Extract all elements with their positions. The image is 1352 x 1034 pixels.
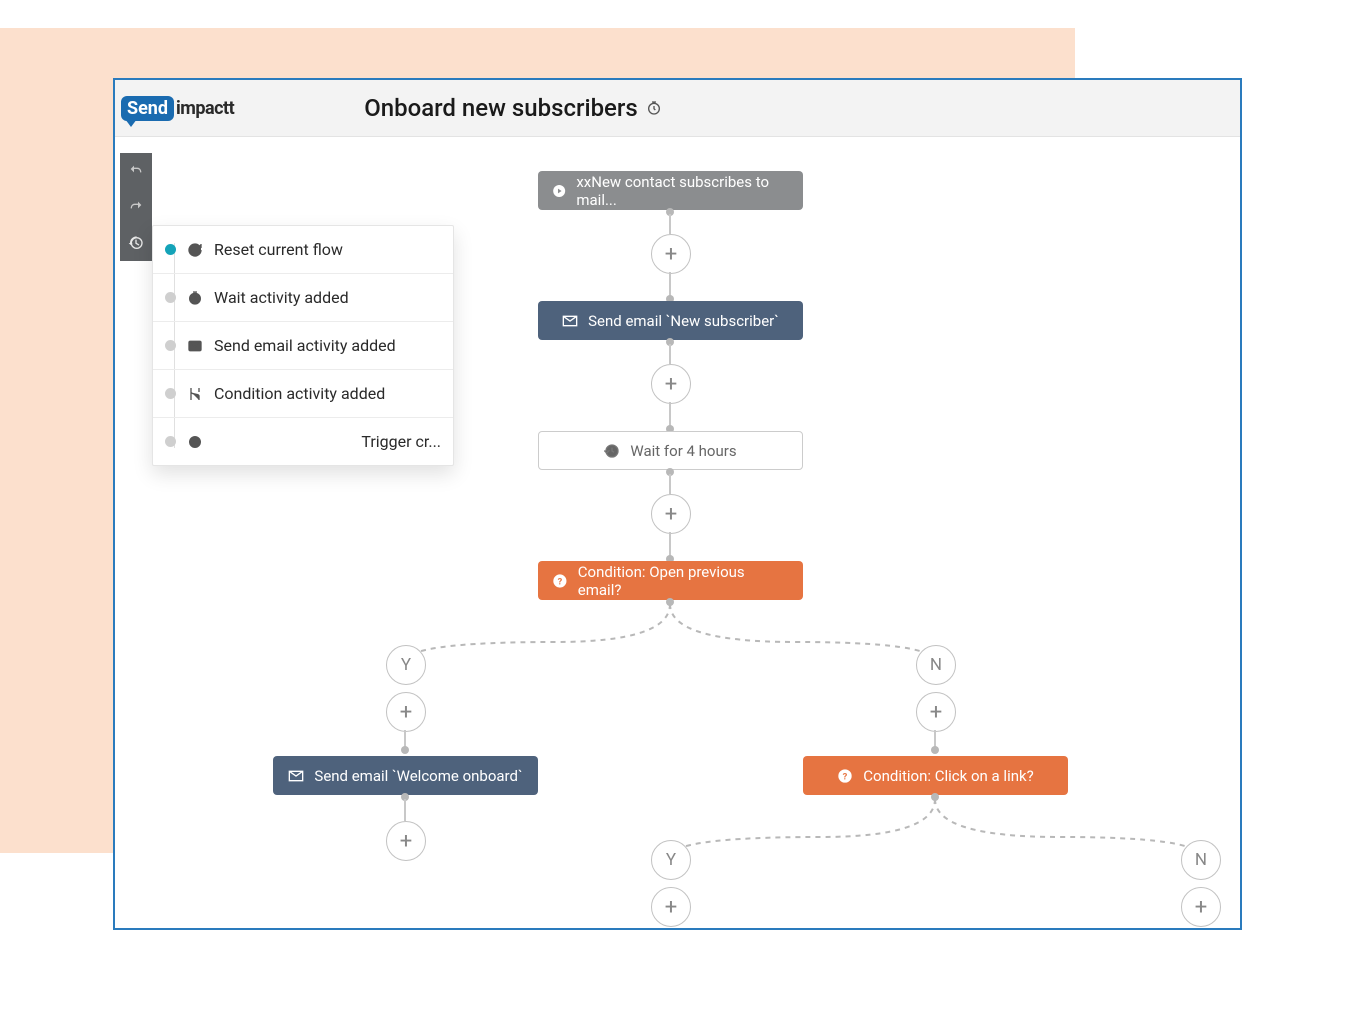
add-step-button[interactable]: + bbox=[651, 887, 691, 927]
connector-dot bbox=[931, 746, 939, 754]
trigger-node[interactable]: xxNew contact subscribes to mail... bbox=[538, 171, 803, 210]
app-header: Send impactt Onboard new subscribers bbox=[115, 80, 1240, 137]
svg-text:?: ? bbox=[558, 576, 563, 587]
branch-no-label: N bbox=[1195, 850, 1207, 870]
page-title: Onboard new subscribers bbox=[364, 94, 662, 122]
add-step-button[interactable]: + bbox=[386, 821, 426, 861]
branch-yes-label: Y bbox=[401, 655, 411, 675]
wait-node[interactable]: Wait for 4 hours bbox=[538, 431, 803, 470]
reset-icon bbox=[186, 241, 204, 259]
canvas-toolbar bbox=[120, 153, 152, 261]
target-icon bbox=[186, 433, 204, 451]
branch-no: N bbox=[916, 645, 956, 685]
branch-no-label: N bbox=[930, 655, 942, 675]
add-step-button[interactable]: + bbox=[651, 364, 691, 404]
flow-canvas[interactable]: Reset current flow Wait activity added S… bbox=[115, 137, 1240, 929]
branch-yes-label: Y bbox=[666, 850, 676, 870]
redo-button[interactable] bbox=[120, 189, 152, 225]
send-email-node[interactable]: Send email `New subscriber` bbox=[538, 301, 803, 340]
clock-icon bbox=[186, 289, 204, 307]
condition-node[interactable]: ? Condition: Click on a link? bbox=[803, 756, 1068, 795]
clock-icon bbox=[646, 100, 662, 116]
branch-yes: Y bbox=[386, 645, 426, 685]
add-step-button[interactable]: + bbox=[386, 692, 426, 732]
history-item-label: Condition activity added bbox=[214, 384, 385, 403]
history-button[interactable] bbox=[120, 225, 152, 261]
mail-icon bbox=[288, 768, 304, 784]
history-item-label: Trigger cr... bbox=[361, 432, 441, 451]
connector-line bbox=[669, 344, 671, 364]
add-step-button[interactable]: + bbox=[1181, 887, 1221, 927]
send-email-label: Send email `New subscriber` bbox=[588, 312, 779, 330]
history-item-label: Send email activity added bbox=[214, 336, 396, 355]
add-step-button[interactable]: + bbox=[651, 234, 691, 274]
connector-dot bbox=[666, 598, 674, 606]
logo-send: Send bbox=[121, 96, 174, 121]
history-dot bbox=[165, 388, 176, 399]
connector-line bbox=[669, 272, 671, 297]
history-item-reset[interactable]: Reset current flow bbox=[153, 226, 453, 274]
connector-dot bbox=[401, 746, 409, 754]
branch-icon bbox=[186, 385, 204, 403]
condition-node[interactable]: ? Condition: Open previous email? bbox=[538, 561, 803, 600]
question-icon: ? bbox=[837, 768, 853, 784]
history-dot bbox=[165, 340, 176, 351]
logo: Send impactt bbox=[121, 96, 234, 121]
play-icon bbox=[552, 183, 566, 199]
page-title-text: Onboard new subscribers bbox=[364, 94, 638, 122]
history-dot bbox=[165, 244, 176, 255]
branch-no: N bbox=[1181, 840, 1221, 880]
connector-line bbox=[669, 402, 671, 427]
logo-impactt: impactt bbox=[176, 98, 234, 119]
history-item-condition[interactable]: Condition activity added bbox=[153, 370, 453, 418]
undo-button[interactable] bbox=[120, 153, 152, 189]
condition-label: Condition: Open previous email? bbox=[578, 563, 789, 599]
add-step-button[interactable]: + bbox=[916, 692, 956, 732]
send-email-node[interactable]: Send email `Welcome onboard` bbox=[273, 756, 538, 795]
connector-dot bbox=[931, 793, 939, 801]
history-item-label: Wait activity added bbox=[214, 288, 349, 307]
wait-label: Wait for 4 hours bbox=[630, 442, 736, 460]
connector-line bbox=[404, 799, 406, 821]
app-window: Send impactt Onboard new subscribers bbox=[113, 78, 1242, 930]
mail-icon bbox=[562, 313, 578, 329]
connector-line bbox=[669, 474, 671, 494]
send-email-label: Send email `Welcome onboard` bbox=[314, 767, 522, 785]
question-icon: ? bbox=[552, 573, 568, 589]
history-item-label: Reset current flow bbox=[214, 240, 343, 259]
history-item-trigger[interactable]: Trigger cr... bbox=[153, 418, 453, 465]
add-step-button[interactable]: + bbox=[651, 494, 691, 534]
svg-text:?: ? bbox=[843, 771, 848, 782]
condition-label: Condition: Click on a link? bbox=[863, 767, 1033, 785]
branch-yes: Y bbox=[651, 840, 691, 880]
history-item-wait[interactable]: Wait activity added bbox=[153, 274, 453, 322]
history-dot bbox=[165, 436, 176, 447]
connector-line bbox=[669, 532, 671, 557]
history-item-email[interactable]: Send email activity added bbox=[153, 322, 453, 370]
history-panel: Reset current flow Wait activity added S… bbox=[152, 225, 454, 466]
trigger-label: xxNew contact subscribes to mail... bbox=[576, 173, 789, 209]
history-icon bbox=[604, 443, 620, 459]
history-dot bbox=[165, 292, 176, 303]
connector-line bbox=[669, 214, 671, 234]
mail-icon bbox=[186, 337, 204, 355]
